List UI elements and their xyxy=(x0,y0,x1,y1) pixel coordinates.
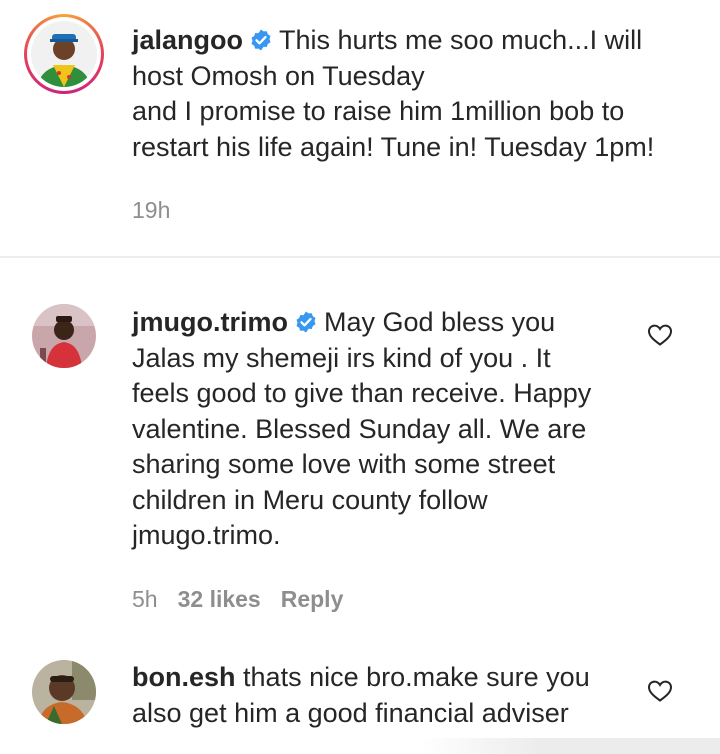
comment-text-line: jmugo.trimo. xyxy=(132,520,281,550)
comment-text-line: Jalas my shemeji irs kind of you . It xyxy=(132,342,551,373)
avatar[interactable] xyxy=(32,660,96,724)
heart-outline-icon[interactable] xyxy=(647,679,673,703)
likes-count[interactable]: 32 likes xyxy=(178,586,261,612)
comment-text-line: feels good to give than receive. Happy xyxy=(132,378,592,408)
comment-text-line: host Omosh on Tuesday xyxy=(132,60,425,91)
comment-body: bon.esh thats nice bro.make sure you als… xyxy=(132,660,590,731)
comment-jalangoo: jalangoo This hurts me soo much...I will… xyxy=(0,0,720,256)
comment-text-line: children in Meru county follow xyxy=(132,484,488,515)
comment-text-line: valentine. Blessed Sunday all. We are xyxy=(132,413,587,444)
comment-text-line: also get him a good financial adviser xyxy=(132,697,569,728)
verified-badge-icon xyxy=(251,29,271,51)
username[interactable]: jalangoo xyxy=(132,25,243,55)
comment-body: jalangoo This hurts me soo much...I will… xyxy=(132,23,654,165)
username[interactable]: bon.esh xyxy=(132,662,236,692)
comment-text-line: sharing some love with some street xyxy=(132,449,556,479)
comment-text-line: and I promise to raise him 1million bob … xyxy=(132,96,625,126)
comment-bon-esh: bon.esh thats nice bro.make sure you als… xyxy=(0,638,720,754)
avatar-bon-esh-image xyxy=(32,660,96,724)
comment-text-line: May God bless you xyxy=(324,307,556,337)
comment-text-line: This hurts me soo much...I will xyxy=(279,25,643,55)
username[interactable]: jmugo.trimo xyxy=(132,307,288,337)
comment-text-line: restart his life again! Tune in! Tuesday… xyxy=(132,131,655,162)
heart-outline-icon[interactable] xyxy=(647,323,673,347)
verified-badge-icon xyxy=(296,311,316,333)
avatar[interactable] xyxy=(32,304,96,368)
reply-button[interactable]: Reply xyxy=(281,586,344,612)
comment-jmugo-trimo: jmugo.trimo May God bless you Jalas my s… xyxy=(0,258,720,638)
scroll-fade xyxy=(420,738,720,754)
comment-meta: 5h 32 likes Reply xyxy=(132,586,363,613)
avatar-jmugo-trimo-image xyxy=(32,304,96,368)
comment-body: jmugo.trimo May God bless you Jalas my s… xyxy=(132,305,591,554)
timestamp: 19h xyxy=(132,197,171,223)
timestamp: 5h xyxy=(132,586,158,612)
comment-meta: 19h xyxy=(132,197,190,224)
avatar-jalangoo-image xyxy=(31,21,97,87)
avatar[interactable] xyxy=(31,21,97,87)
comment-text-line: thats nice bro.make sure you xyxy=(243,662,590,692)
